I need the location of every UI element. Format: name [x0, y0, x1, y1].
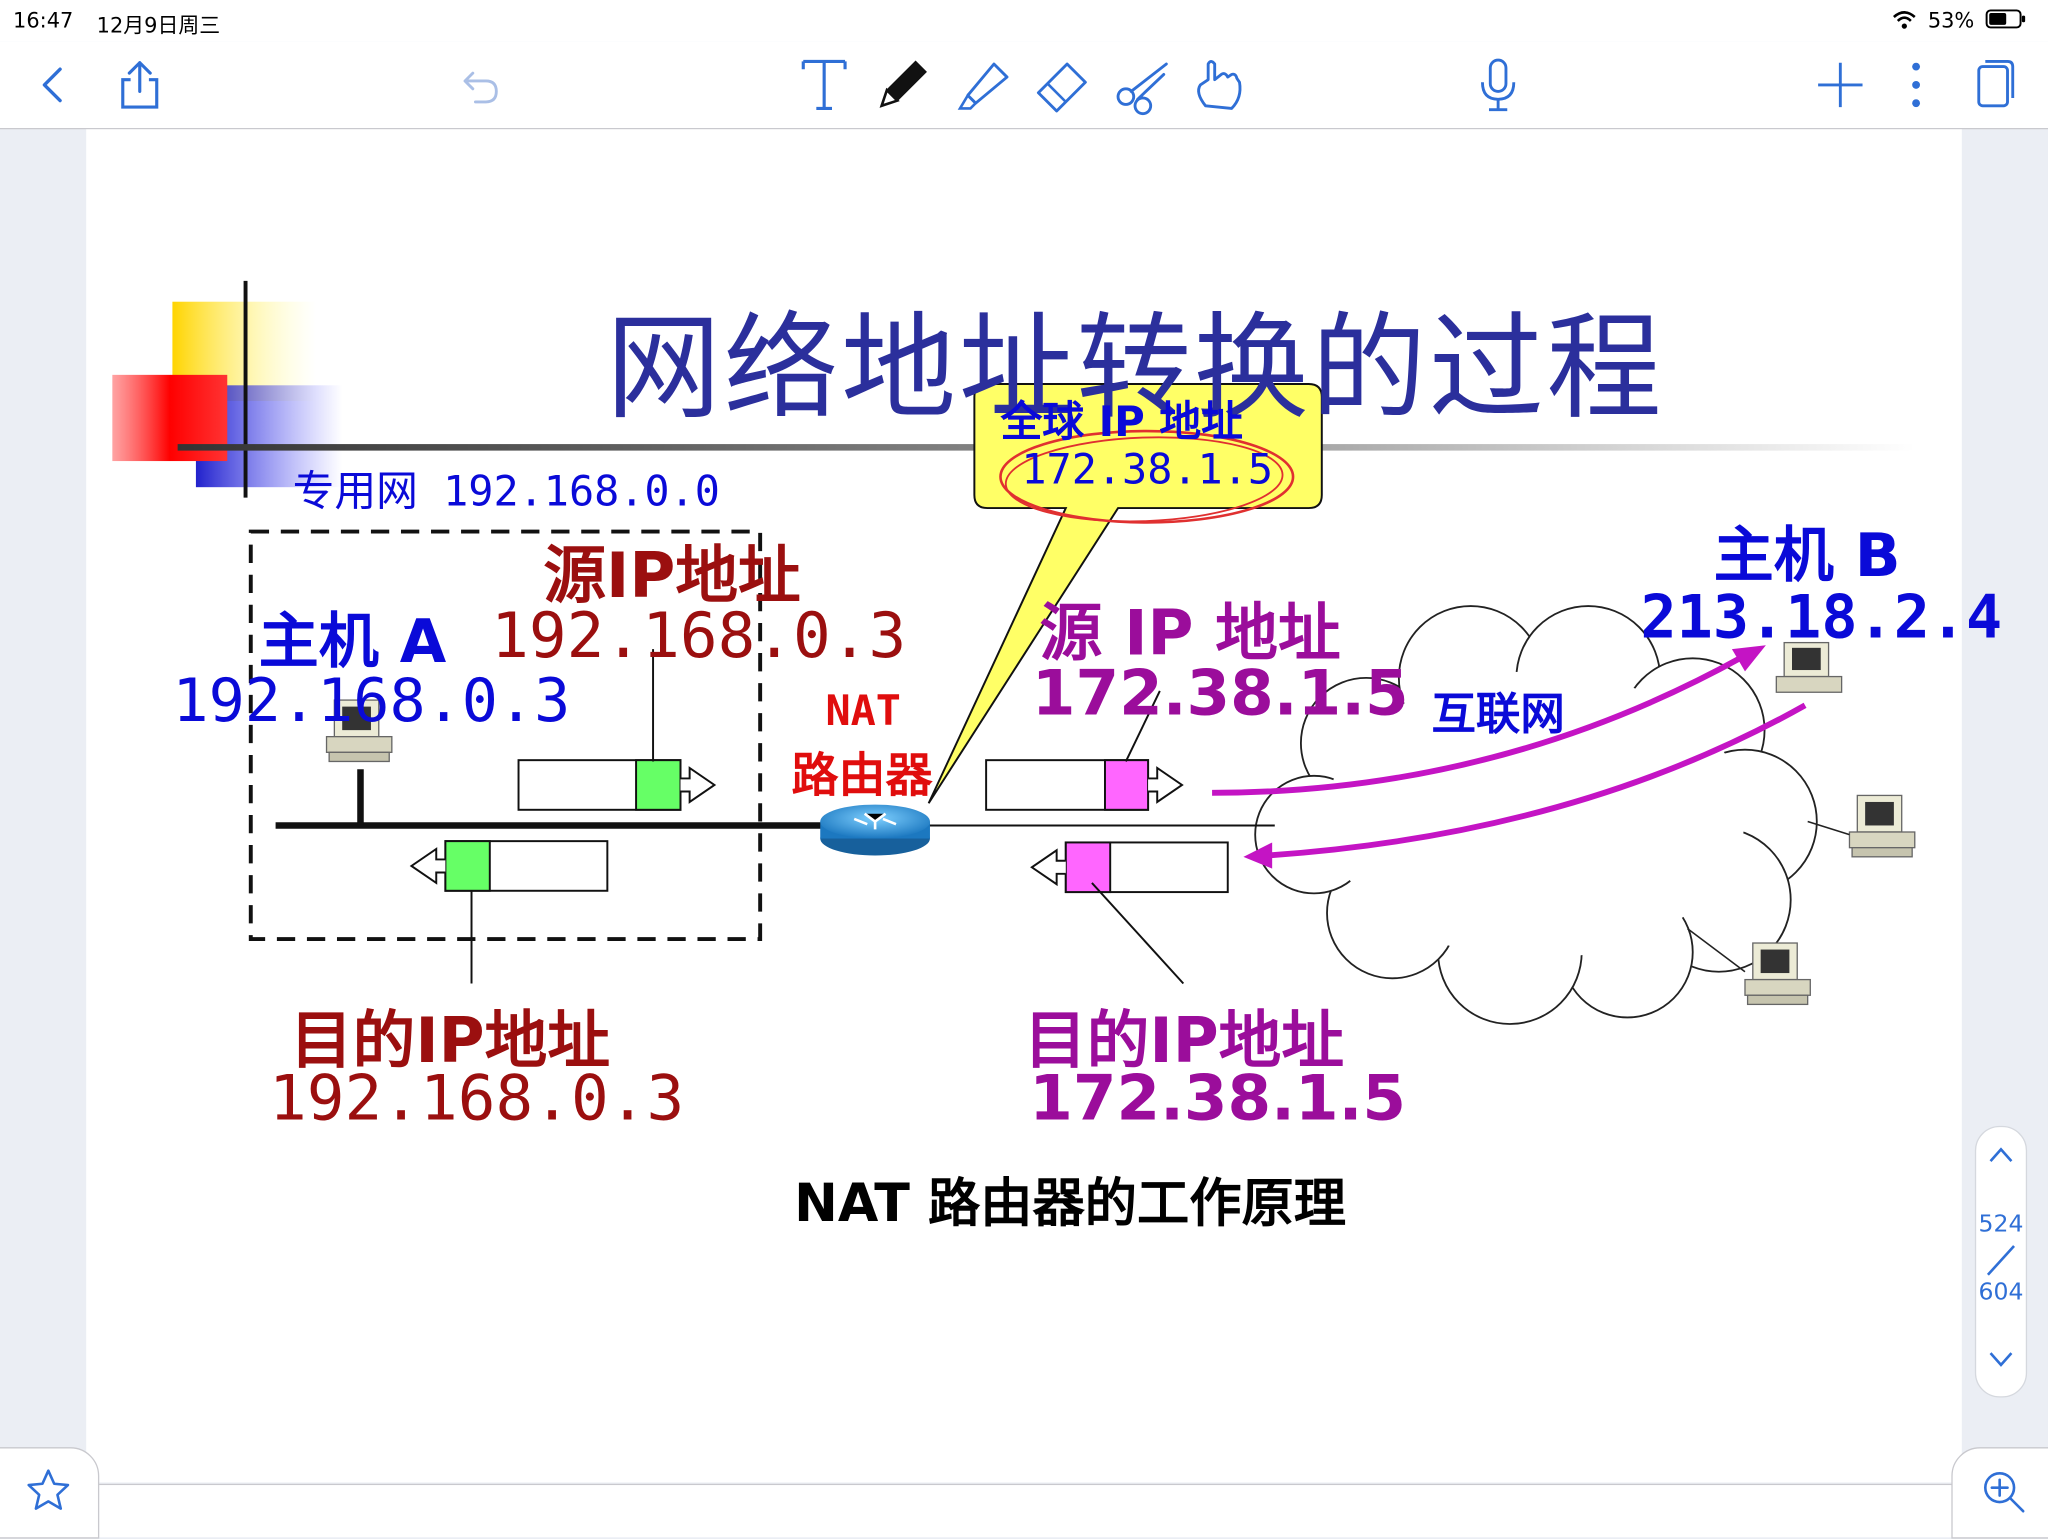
eraser-icon[interactable] — [1029, 52, 1094, 117]
page-navigator: 524 604 — [1974, 1125, 2028, 1398]
wifi-icon — [1893, 11, 1916, 29]
page-up-chevron-icon[interactable] — [1988, 1145, 2014, 1163]
bottom-bar — [0, 1483, 2048, 1538]
more-icon[interactable] — [1883, 52, 1948, 117]
source-ip-private: 192.168.0.3 — [491, 599, 907, 673]
page-down-chevron-icon[interactable] — [1988, 1349, 2014, 1367]
router-label: 路由器 — [791, 749, 933, 804]
packet-in-public — [1030, 841, 1229, 894]
packet-out-public — [985, 759, 1184, 811]
global-ip-value: 172.38.1.5 — [1021, 444, 1274, 494]
internet-computer-icon — [1807, 794, 1916, 858]
zoom-button[interactable] — [1951, 1447, 2048, 1539]
source-ip-public: 172.38.1.5 — [1031, 656, 1409, 731]
back-chevron-icon[interactable] — [21, 52, 86, 117]
text-tool-icon[interactable] — [792, 52, 857, 117]
zoom-in-icon — [1983, 1471, 2025, 1513]
hand-touch-icon[interactable] — [1186, 52, 1251, 117]
scissors-icon[interactable] — [1110, 52, 1175, 117]
star-icon — [27, 1469, 70, 1510]
document-page: 网络地址转换的过程 专用网 192.168.0.0 全球 IP 地址 172.3… — [86, 129, 2002, 1483]
favorite-button[interactable] — [0, 1447, 100, 1539]
packet-in-private — [409, 840, 609, 892]
private-network-label: 专用网 192.168.0.0 — [292, 466, 720, 516]
global-ip-title: 全球 IP 地址 — [1000, 397, 1243, 447]
page-slash — [1986, 1245, 2016, 1276]
nat-router-icon — [820, 804, 930, 856]
add-icon[interactable] — [1808, 52, 1873, 117]
highlighter-icon[interactable] — [951, 52, 1016, 117]
figure-caption: NAT 路由器的工作原理 — [794, 1174, 1347, 1235]
packet-out-private — [517, 759, 717, 811]
status-time: 16:47 — [13, 7, 74, 33]
current-page-number: 524 — [1978, 1210, 2024, 1239]
pages-icon[interactable] — [1962, 52, 2027, 117]
internet-label: 互联网 — [1431, 688, 1565, 741]
undo-icon[interactable] — [449, 52, 514, 117]
share-icon[interactable] — [107, 52, 172, 117]
pen-icon[interactable] — [870, 52, 935, 117]
microphone-icon[interactable] — [1465, 52, 1530, 117]
status-date: 12月9日周三 — [96, 13, 221, 38]
total-page-number: 604 — [1978, 1278, 2024, 1307]
status-bar: 16:47 12月9日周三 53% — [0, 0, 2048, 42]
nat-label: NAT — [825, 685, 901, 736]
dest-ip-public: 172.38.1.5 — [1029, 1061, 1407, 1136]
host-a-ip: 192.168.0.3 — [172, 664, 571, 736]
battery-percent: 53% — [1927, 7, 1975, 33]
dest-ip-private: 192.168.0.3 — [269, 1061, 685, 1136]
host-b-ip: 213.18.2.4 — [1640, 581, 2003, 652]
battery-icon — [1985, 9, 2026, 29]
toolbar — [0, 41, 2048, 130]
